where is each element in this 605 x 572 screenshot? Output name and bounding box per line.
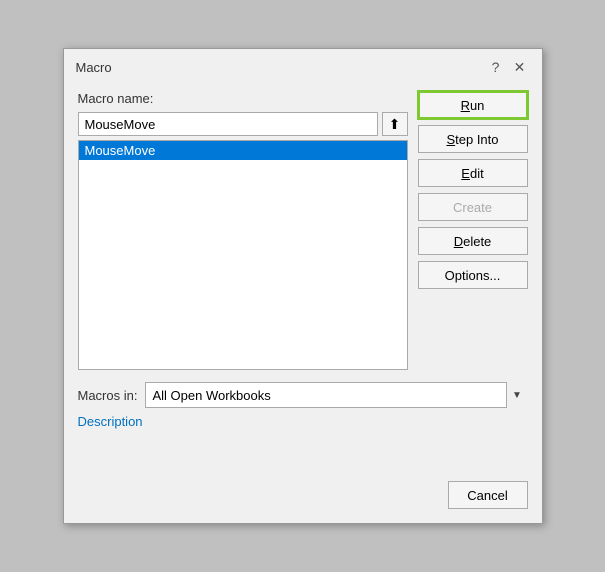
description-text: [78, 435, 528, 465]
close-button[interactable]: ✕: [510, 57, 530, 77]
step-into-button[interactable]: Step Into: [418, 125, 528, 153]
delete-label: Delete: [454, 234, 492, 249]
options-label: Options...: [445, 268, 501, 283]
macro-name-input[interactable]: [78, 112, 378, 136]
macros-in-row: Macros in: All Open Workbooks This Workb…: [78, 382, 528, 408]
macro-name-row: ⬆: [78, 112, 408, 136]
create-button[interactable]: Create: [418, 193, 528, 221]
list-item[interactable]: MouseMove: [79, 141, 407, 160]
macro-dialog: Macro ? ✕ Macro name: ⬆ MouseMove: [63, 48, 543, 524]
upload-icon: ⬆: [389, 116, 401, 133]
delete-button[interactable]: Delete: [418, 227, 528, 255]
left-panel: Macro name: ⬆ MouseMove: [78, 91, 408, 370]
run-label: Run: [461, 98, 485, 113]
footer-row: Cancel: [78, 481, 528, 509]
main-row: Macro name: ⬆ MouseMove Run: [78, 91, 528, 370]
dialog-title-area: Macro: [76, 60, 112, 75]
description-label: Description: [78, 414, 528, 429]
edit-label: Edit: [461, 166, 483, 181]
title-bar-controls: ? ✕: [486, 57, 530, 77]
list-item-name: MouseMove: [85, 143, 156, 158]
title-bar: Macro ? ✕: [64, 49, 542, 81]
bottom-section: Macros in: All Open Workbooks This Workb…: [78, 382, 528, 465]
macros-in-select-wrapper: All Open Workbooks This Workbook ▼: [145, 382, 527, 408]
step-into-label: Step Into: [446, 132, 498, 147]
right-panel: Run Step Into Edit Create Delete Options…: [418, 91, 528, 289]
edit-button[interactable]: Edit: [418, 159, 528, 187]
cancel-button[interactable]: Cancel: [448, 481, 528, 509]
dialog-title: Macro: [76, 60, 112, 75]
macro-name-label: Macro name:: [78, 91, 408, 106]
run-button[interactable]: Run: [418, 91, 528, 119]
options-button[interactable]: Options...: [418, 261, 528, 289]
help-button[interactable]: ?: [486, 57, 506, 77]
upload-button[interactable]: ⬆: [382, 112, 408, 136]
macro-list[interactable]: MouseMove: [78, 140, 408, 370]
create-label: Create: [453, 200, 492, 215]
dialog-body: Macro name: ⬆ MouseMove Run: [64, 81, 542, 523]
macros-in-label: Macros in:: [78, 388, 138, 403]
macros-in-select[interactable]: All Open Workbooks This Workbook: [145, 382, 527, 408]
